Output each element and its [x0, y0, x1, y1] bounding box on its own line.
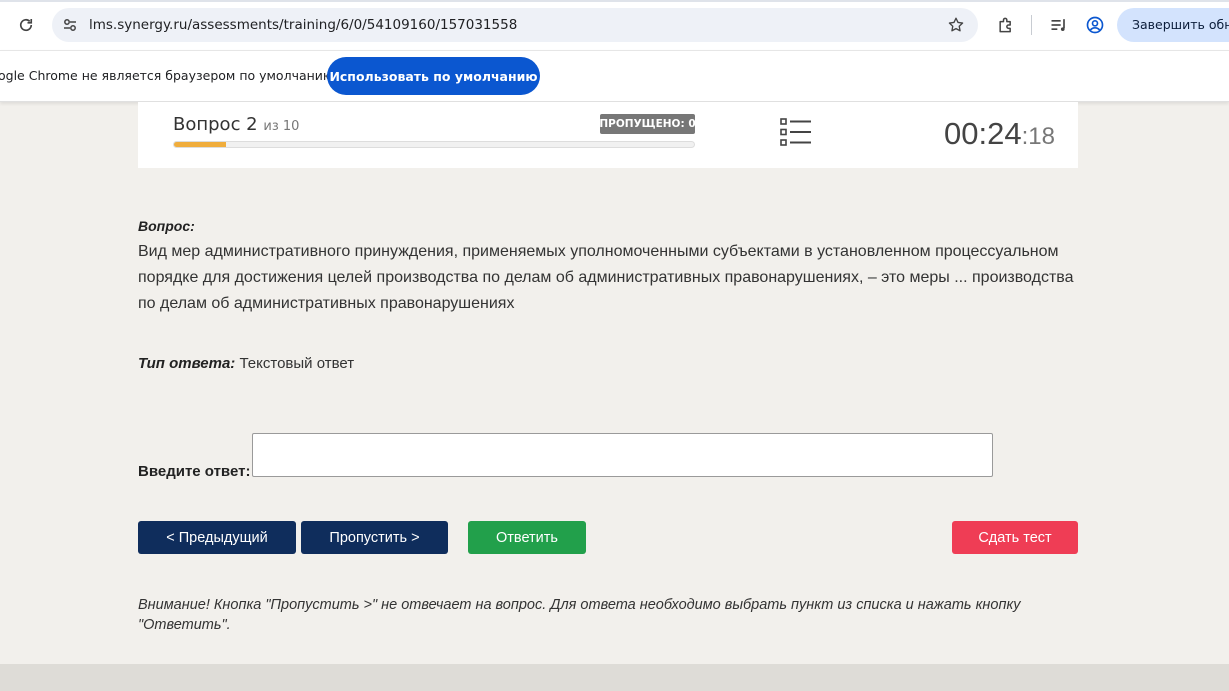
infobar-message: ogle Chrome не является браузером по умо…: [0, 68, 338, 83]
tab-strip-edge: [0, 0, 1229, 2]
skipped-badge: ПРОПУЩЕНО: 0: [599, 114, 696, 134]
submit-test-button[interactable]: Сдать тест: [952, 521, 1078, 554]
profile-icon[interactable]: [1084, 14, 1106, 36]
progress-bar: [173, 141, 695, 148]
test-status-panel: Вопрос 2 из 10 ПРОПУЩЕНО: 0 00:24:18: [138, 102, 1078, 168]
reload-icon[interactable]: [14, 13, 38, 37]
address-bar[interactable]: lms.synergy.ru/assessments/training/6/0/…: [52, 8, 978, 42]
page-footer: [0, 664, 1229, 691]
skip-button[interactable]: Пропустить >: [301, 521, 448, 554]
media-control-icon[interactable]: [1048, 14, 1070, 36]
timer-main: 00:24: [944, 116, 1022, 151]
url-text[interactable]: lms.synergy.ru/assessments/training/6/0/…: [89, 17, 517, 33]
extensions-icon[interactable]: [995, 14, 1017, 36]
question-list-icon[interactable]: [780, 117, 812, 147]
answer-type-label: Тип ответа:: [138, 355, 236, 372]
answer-input[interactable]: [252, 433, 993, 477]
browser-toolbar: lms.synergy.ru/assessments/training/6/0/…: [0, 0, 1229, 50]
skip-notice: Внимание! Кнопка "Пропустить >" не отвеч…: [138, 597, 1021, 633]
bookmark-star-icon[interactable]: [946, 15, 966, 35]
previous-button[interactable]: < Предыдущий: [138, 521, 296, 554]
finish-update-button[interactable]: Завершить обновление: [1117, 8, 1229, 42]
timer-seconds: :18: [1021, 123, 1055, 150]
default-browser-infobar: ogle Chrome не является браузером по умо…: [0, 50, 1229, 102]
site-settings-icon[interactable]: [60, 15, 80, 35]
question-total: из 10: [263, 119, 300, 134]
set-default-button[interactable]: Использовать по умолчанию: [327, 57, 540, 95]
answer-button[interactable]: Ответить: [468, 521, 586, 554]
timer: 00:24:18: [944, 116, 1055, 152]
question-counter: Вопрос 2 из 10: [173, 114, 299, 135]
answer-type-value: Текстовый ответ: [239, 355, 355, 372]
question-label: Вопрос:: [138, 218, 195, 234]
toolbar-separator: [1031, 15, 1032, 35]
answer-type: Тип ответа: Текстовый ответ: [138, 355, 354, 372]
question-number: Вопрос 2: [173, 114, 258, 135]
question-text: Вид мер административного принуждения, п…: [138, 243, 1074, 312]
answer-input-label: Введите ответ:: [138, 463, 251, 480]
progress-fill: [174, 142, 226, 147]
